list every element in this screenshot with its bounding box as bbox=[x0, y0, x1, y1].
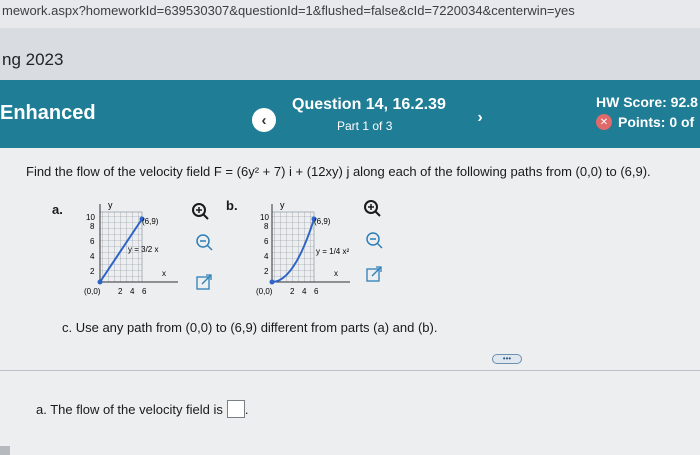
y-tick: 2 bbox=[264, 267, 269, 276]
start-point bbox=[97, 279, 103, 285]
question-content: Find the flow of the velocity field F = … bbox=[0, 148, 700, 455]
y-tick: 10 bbox=[86, 213, 95, 222]
y-tick: 4 bbox=[264, 252, 269, 261]
zoom-out-icon[interactable] bbox=[364, 230, 384, 250]
part-a-graph: y 10 8 6 4 2 (6,9) y = 3/2 x x (0,0) 2 4… bbox=[84, 200, 178, 296]
curve-label: y = 3/2 x bbox=[128, 245, 158, 254]
part-a-label: a. bbox=[52, 202, 63, 217]
chevron-left-icon: ‹ bbox=[261, 111, 267, 129]
term-label: ng 2023 bbox=[2, 50, 64, 69]
x-axis-label: x bbox=[334, 269, 338, 278]
y-tick: 2 bbox=[90, 267, 95, 276]
answer-label: a. The flow of the velocity field is bbox=[36, 401, 223, 417]
zoom-out-icon[interactable] bbox=[194, 232, 214, 252]
end-point-label: (6,9) bbox=[314, 217, 331, 226]
next-question-button[interactable]: › bbox=[470, 108, 490, 128]
start-point bbox=[269, 279, 275, 285]
external-link-icon[interactable] bbox=[364, 264, 384, 284]
y-tick: 6 bbox=[90, 237, 95, 246]
end-point-label: (6,9) bbox=[142, 217, 159, 226]
points-status: ✕ Points: 0 of bbox=[596, 114, 694, 130]
y-tick: 6 bbox=[264, 237, 269, 246]
part-label: Part 1 of 3 bbox=[337, 119, 393, 133]
points-label: Points: 0 of bbox=[618, 114, 695, 130]
origin-label: (0,0) bbox=[84, 287, 101, 296]
question-prompt: Find the flow of the velocity field F = … bbox=[26, 164, 651, 179]
prompt-tail: along each of the following paths from (… bbox=[349, 164, 651, 179]
course-title: Enhanced bbox=[0, 102, 96, 124]
y-tick: 8 bbox=[264, 222, 269, 231]
y-axis-label: y bbox=[280, 200, 285, 210]
part-b-label: b. bbox=[226, 198, 238, 213]
previous-question-button[interactable]: ‹ bbox=[252, 108, 276, 132]
x-tick: 2 bbox=[118, 287, 123, 296]
chevron-right-icon: › bbox=[477, 109, 483, 126]
more-options-button[interactable]: ••• bbox=[492, 354, 522, 364]
part-c-instructions: c. Use any path from (0,0) to (6,9) diff… bbox=[62, 320, 438, 335]
part-b-graph: y 10 8 6 4 2 (6,9) y = 1/4 x² x (0,0) 2 … bbox=[256, 200, 350, 296]
divider bbox=[0, 370, 700, 371]
zoom-in-icon[interactable] bbox=[362, 198, 382, 218]
x-tick: 6 bbox=[142, 287, 147, 296]
y-tick: 10 bbox=[260, 213, 269, 222]
grid bbox=[271, 211, 315, 283]
zoom-in-icon[interactable] bbox=[190, 201, 210, 221]
prompt-lead: Find the flow of the velocity field F = bbox=[26, 164, 237, 179]
x-tick: 4 bbox=[130, 287, 135, 296]
field-expression: (6y² + 7) i + (12xy) j bbox=[236, 164, 350, 179]
question-title: Question 14, 16.2.39 bbox=[292, 96, 446, 113]
curve-label: y = 1/4 x² bbox=[316, 247, 349, 256]
scroll-handle[interactable] bbox=[0, 446, 10, 455]
y-axis-label: y bbox=[108, 200, 113, 210]
header-band: Enhanced bbox=[0, 80, 700, 148]
x-tick: 6 bbox=[314, 287, 319, 296]
y-tick: 8 bbox=[90, 222, 95, 231]
origin-label: (0,0) bbox=[256, 287, 273, 296]
x-axis-label: x bbox=[162, 269, 166, 278]
x-tick: 4 bbox=[302, 287, 307, 296]
answer-period: . bbox=[244, 401, 249, 417]
x-tick: 2 bbox=[290, 287, 295, 296]
close-circle-icon: ✕ bbox=[596, 114, 612, 130]
hw-score: HW Score: 92.8 bbox=[596, 94, 698, 110]
y-tick: 4 bbox=[90, 252, 95, 261]
answer-input[interactable] bbox=[226, 400, 245, 418]
answer-row: a. The flow of the velocity field is . bbox=[36, 400, 249, 418]
external-link-icon[interactable] bbox=[194, 272, 214, 292]
url-bar[interactable]: mework.aspx?homeworkId=639530307&questio… bbox=[0, 0, 700, 28]
